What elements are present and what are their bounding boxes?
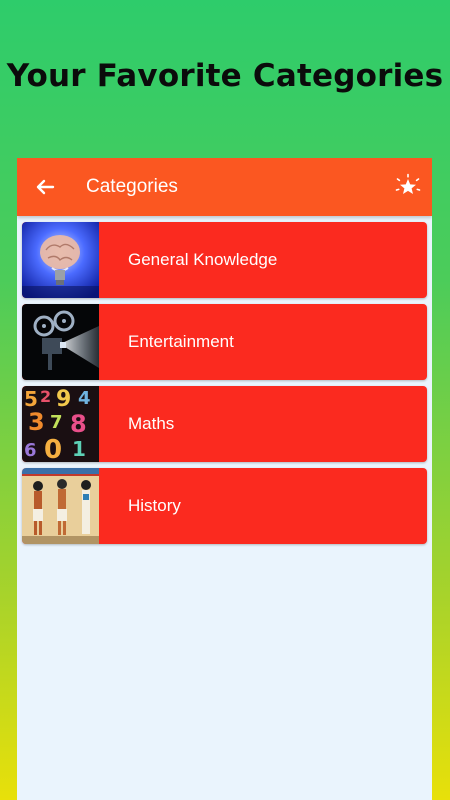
- category-card-maths[interactable]: 5 2 9 4 3 7 8 6 0 1 Maths: [22, 386, 427, 462]
- film-projector-image: [22, 304, 99, 380]
- svg-text:4: 4: [78, 388, 91, 409]
- page-headline: Your Favorite Categories: [6, 58, 444, 94]
- svg-text:3: 3: [28, 408, 45, 436]
- svg-text:0: 0: [44, 435, 62, 462]
- category-label: General Knowledge: [128, 250, 278, 269]
- category-card-history[interactable]: History: [22, 468, 427, 544]
- app-bar: Categories: [17, 158, 432, 216]
- app-screen: Categories General Knowledge Entertainme…: [17, 158, 432, 800]
- category-card-entertainment[interactable]: Entertainment: [22, 304, 427, 380]
- svg-text:2: 2: [40, 387, 51, 406]
- arrow-left-icon: [36, 179, 55, 195]
- category-card-general-knowledge[interactable]: General Knowledge: [22, 222, 427, 298]
- category-label: History: [128, 496, 181, 515]
- egyptian-art-image: [22, 468, 99, 544]
- sparkle-star-icon: [395, 173, 421, 194]
- category-label: Entertainment: [128, 332, 234, 351]
- numbers-image: 5 2 9 4 3 7 8 6 0 1: [22, 386, 99, 462]
- svg-text:8: 8: [70, 410, 87, 438]
- svg-text:7: 7: [50, 412, 63, 433]
- brain-lightbulb-image: [22, 222, 99, 298]
- back-button[interactable]: [31, 173, 59, 201]
- svg-text:1: 1: [72, 437, 86, 461]
- category-label: Maths: [128, 414, 175, 433]
- svg-text:9: 9: [56, 387, 71, 412]
- category-list: General Knowledge Entertainment 5 2 9 4 …: [22, 222, 427, 550]
- sparkle-button[interactable]: [394, 173, 422, 201]
- appbar-title: Categories: [86, 176, 178, 197]
- svg-text:6: 6: [24, 440, 37, 461]
